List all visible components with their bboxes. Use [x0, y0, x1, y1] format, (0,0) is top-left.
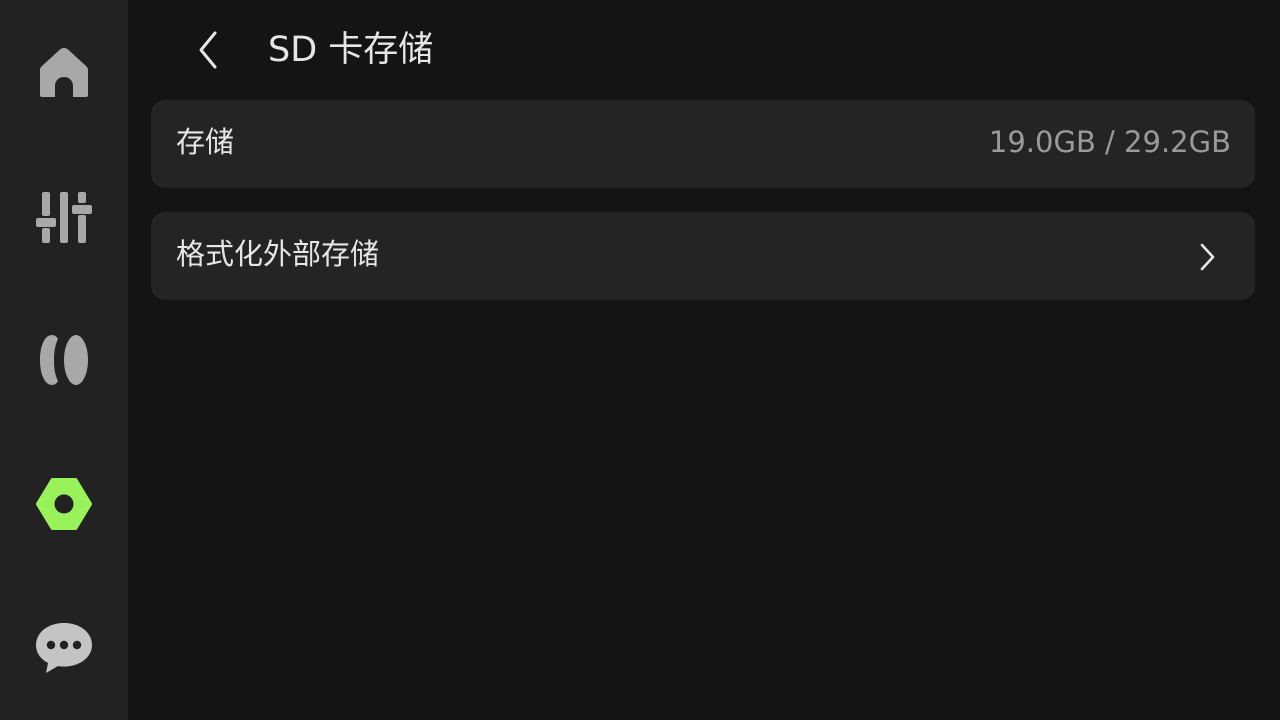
- settings-icon: [36, 478, 92, 530]
- page-title: SD 卡存储: [268, 30, 434, 70]
- app: SD 卡存储 存储 19.0GB / 29.2GB 格式化外部存储: [0, 0, 1280, 720]
- lens-icon: [40, 335, 88, 385]
- sidebar-item-lens[interactable]: [0, 310, 128, 410]
- storage-label: 存储: [176, 125, 235, 159]
- sidebar: [0, 0, 128, 720]
- chevron-left-icon: [199, 31, 217, 69]
- sliders-icon: [36, 192, 92, 243]
- back-button[interactable]: [180, 22, 236, 78]
- header: SD 卡存储: [128, 0, 1280, 100]
- sidebar-item-adjust[interactable]: [0, 166, 128, 266]
- chevron-right-icon: [1200, 243, 1215, 271]
- storage-row: 存储 19.0GB / 29.2GB: [151, 100, 1255, 188]
- chat-bubble-icon: [36, 623, 92, 673]
- sidebar-item-home[interactable]: [0, 22, 128, 122]
- storage-value: 19.0GB / 29.2GB: [988, 125, 1231, 159]
- format-label: 格式化外部存储: [176, 237, 380, 271]
- format-external-storage-button[interactable]: 格式化外部存储: [151, 212, 1255, 300]
- home-icon: [40, 48, 88, 97]
- sidebar-item-settings[interactable]: [0, 454, 128, 554]
- sidebar-item-messages[interactable]: [0, 598, 128, 698]
